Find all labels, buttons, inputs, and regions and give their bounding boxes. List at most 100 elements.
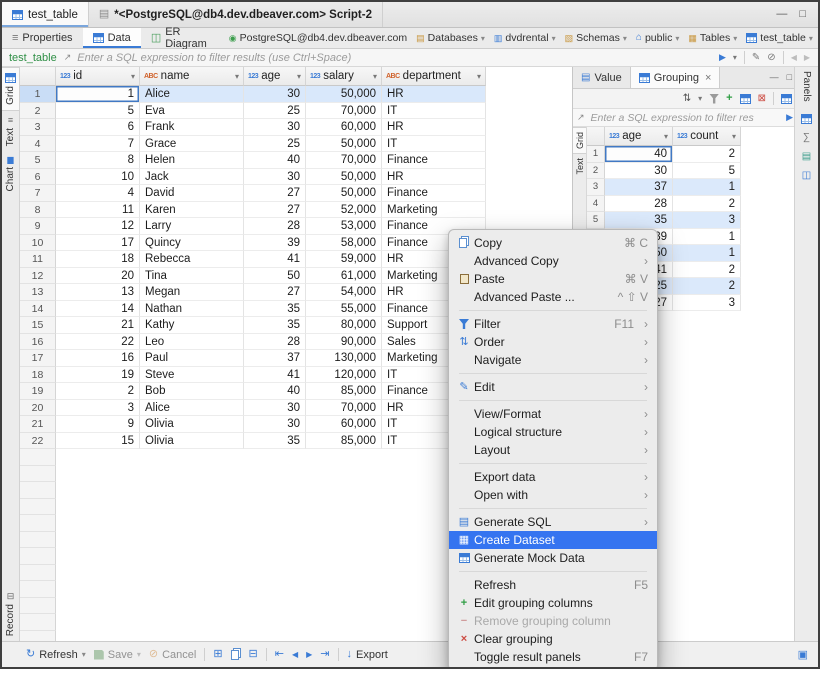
chevron-down-icon[interactable]: ▾ [297, 72, 301, 81]
cell-id[interactable]: 2 [56, 383, 140, 400]
side-tab-grid[interactable]: Grid [2, 67, 19, 111]
cell-name[interactable]: Olivia [140, 416, 244, 433]
cell-age[interactable]: 37 [605, 179, 673, 196]
cell-name[interactable]: Helen [140, 152, 244, 169]
menu-item-advanced-paste[interactable]: Advanced Paste ...^ ⇧ V [449, 288, 657, 306]
cell-name[interactable]: Steve [140, 367, 244, 384]
cell-salary[interactable]: 70,000 [306, 152, 382, 169]
menu-item-edit-grouping-columns[interactable]: +Edit grouping columns [449, 594, 657, 612]
panel-tab-value[interactable]: ▤Value [573, 67, 630, 88]
cell-salary[interactable]: 70,000 [306, 400, 382, 417]
row-number[interactable]: 2 [20, 103, 56, 120]
menu-item-toggle-result-panels[interactable]: Toggle result panelsF7 [449, 648, 657, 666]
cell-age[interactable]: 41 [244, 251, 306, 268]
clear-filter-icon[interactable] [709, 94, 719, 104]
row-number[interactable]: 14 [20, 301, 56, 318]
grid-corner[interactable] [20, 67, 56, 86]
grid-panel-icon[interactable] [801, 114, 812, 124]
chevron-down-icon[interactable]: ▾ [235, 72, 239, 81]
menu-item-remove-grouping-column[interactable]: −Remove grouping column [449, 612, 657, 630]
cell-department[interactable]: IT [382, 103, 486, 120]
edit-filter-icon[interactable]: ✎ [752, 53, 760, 63]
cell-age[interactable]: 25 [244, 136, 306, 153]
cell-salary[interactable]: 50,000 [306, 185, 382, 202]
breadcrumb-item-test-table[interactable]: test_table▾ [742, 32, 817, 44]
refresh-button[interactable]: ↻Refresh▾ [26, 649, 86, 661]
cell-name[interactable]: Eva [140, 103, 244, 120]
menu-item-copy[interactable]: Copy⌘ C [449, 234, 657, 252]
row-number[interactable]: 4 [587, 196, 605, 213]
cell-count[interactable]: 2 [673, 196, 741, 213]
menu-item-view-format[interactable]: View/Format› [449, 405, 657, 423]
cell-age[interactable]: 40 [605, 146, 673, 163]
menu-item-create-dataset[interactable]: ▦Create Dataset [449, 531, 657, 549]
export-button[interactable]: ↓Export [347, 649, 388, 661]
breadcrumb-item-tables[interactable]: ▦Tables▾ [684, 32, 741, 44]
cell-age[interactable]: 41 [244, 367, 306, 384]
cell-name[interactable]: Megan [140, 284, 244, 301]
menu-item-clear-grouping[interactable]: ×Clear grouping [449, 630, 657, 648]
cell-age[interactable]: 35 [605, 212, 673, 229]
cell-id[interactable]: 5 [56, 103, 140, 120]
cell-id[interactable]: 3 [56, 400, 140, 417]
editor-tab-postgresql-db4-dev-dbeaver-com[interactable]: ▤*<PostgreSQL@db4.dev.dbeaver.com> Scrip… [89, 2, 383, 27]
cell-age[interactable]: 30 [244, 119, 306, 136]
dropdown-icon[interactable]: ▾ [698, 95, 702, 103]
menu-item-export-data[interactable]: Export data› [449, 468, 657, 486]
cell-name[interactable]: Leo [140, 334, 244, 351]
row-number[interactable]: 5 [587, 212, 605, 229]
cell-salary[interactable]: 80,000 [306, 317, 382, 334]
row-number[interactable]: 20 [20, 400, 56, 417]
column-header-id[interactable]: 123id▾ [56, 67, 140, 86]
cell-department[interactable]: IT [382, 136, 486, 153]
play-icon[interactable]: ▶ [719, 53, 726, 62]
tab-data[interactable]: Data [83, 28, 141, 48]
cell-id[interactable]: 7 [56, 136, 140, 153]
column-header-count[interactable]: 123count▾ [673, 127, 741, 146]
cell-salary[interactable]: 50,000 [306, 86, 382, 103]
cell-name[interactable]: Rebecca [140, 251, 244, 268]
chevron-down-icon[interactable]: ▾ [373, 72, 377, 81]
cell-age[interactable]: 28 [244, 334, 306, 351]
row-number[interactable]: 5 [20, 152, 56, 169]
cell-salary[interactable]: 85,000 [306, 433, 382, 450]
cell-salary[interactable]: 85,000 [306, 383, 382, 400]
row-number[interactable]: 9 [20, 218, 56, 235]
column-header-age[interactable]: 123age▾ [244, 67, 306, 86]
cell-salary[interactable]: 70,000 [306, 103, 382, 120]
cell-age[interactable]: 30 [244, 86, 306, 103]
cell-age[interactable]: 35 [244, 301, 306, 318]
output-panel-icon[interactable]: ▣ [798, 650, 808, 661]
cell-age[interactable]: 50 [244, 268, 306, 285]
cell-name[interactable]: Karen [140, 202, 244, 219]
cell-id[interactable]: 1 [56, 86, 140, 103]
row-number[interactable]: 15 [20, 317, 56, 334]
cell-name[interactable]: Alice [140, 86, 244, 103]
next-row-icon[interactable]: ▶ [306, 651, 312, 659]
row-number[interactable]: 1 [20, 86, 56, 103]
cell-name[interactable]: Paul [140, 350, 244, 367]
restore-icon[interactable]: □ [799, 9, 806, 20]
side-tab-chart[interactable]: ▆Chart [2, 151, 19, 196]
row-number[interactable]: 16 [20, 334, 56, 351]
cell-count[interactable]: 2 [673, 146, 741, 163]
side-tab-record[interactable]: ⊟Record [2, 587, 19, 641]
cell-id[interactable]: 11 [56, 202, 140, 219]
cell-salary[interactable]: 130,000 [306, 350, 382, 367]
duplicate-row-icon[interactable] [231, 650, 239, 660]
menu-item-refresh[interactable]: RefreshF5 [449, 576, 657, 594]
cancel-button[interactable]: ⊘Cancel [149, 649, 196, 661]
row-number[interactable]: 8 [20, 202, 56, 219]
menu-item-layout[interactable]: Layout› [449, 441, 657, 459]
cell-id[interactable]: 22 [56, 334, 140, 351]
edit-grouping-columns-icon[interactable] [740, 94, 751, 104]
cell-id[interactable]: 16 [56, 350, 140, 367]
cell-department[interactable]: HR [382, 86, 486, 103]
side-tab-text[interactable]: ≡Text [2, 111, 19, 151]
tab-properties[interactable]: ≡Properties [2, 28, 83, 48]
grouping-options-icon[interactable] [781, 94, 792, 104]
cell-count[interactable]: 3 [673, 212, 741, 229]
cell-id[interactable]: 4 [56, 185, 140, 202]
cell-name[interactable]: Bob [140, 383, 244, 400]
cell-age[interactable]: 27 [244, 185, 306, 202]
